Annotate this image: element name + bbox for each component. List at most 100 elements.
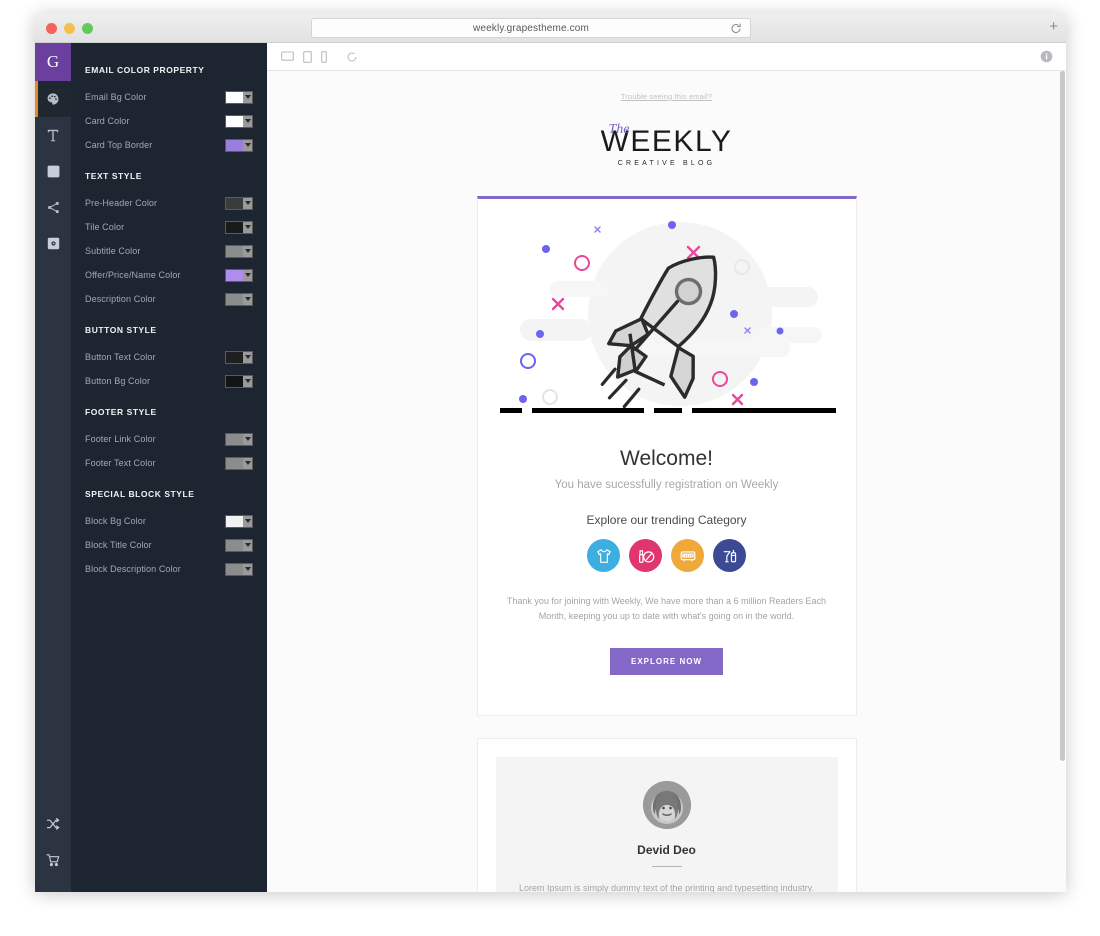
- color-picker[interactable]: [225, 196, 253, 210]
- palette-icon: [46, 92, 60, 106]
- chevron-down-icon[interactable]: [243, 269, 252, 281]
- property-row[interactable]: Button Bg Color: [85, 369, 253, 393]
- chevron-down-icon[interactable]: [243, 457, 252, 469]
- trending-category-title: Explore our trending Category: [586, 513, 747, 527]
- property-row[interactable]: Block Title Color: [85, 533, 253, 557]
- group-title: TEXT STYLE: [85, 171, 142, 181]
- group-title: SPECIAL BLOCK STYLE: [85, 489, 195, 499]
- color-picker[interactable]: [225, 350, 253, 364]
- color-picker[interactable]: [225, 432, 253, 446]
- testimonial-card[interactable]: Devid Deo Lorem Ipsum is simply dummy te…: [476, 738, 857, 892]
- explore-now-button[interactable]: EXPLORE NOW: [609, 648, 723, 675]
- testimonial-text: Lorem Ipsum is simply dummy text of the …: [519, 883, 814, 892]
- color-picker[interactable]: [225, 514, 253, 528]
- tablet-icon[interactable]: [303, 50, 312, 63]
- color-picker[interactable]: [225, 562, 253, 576]
- color-swatch: [226, 433, 243, 445]
- property-row[interactable]: Description Color: [85, 287, 253, 311]
- sidebar-item-shuffle[interactable]: [35, 806, 71, 842]
- category-icon-row: [478, 539, 856, 572]
- chevron-down-icon[interactable]: [243, 221, 252, 233]
- chevron-down-icon[interactable]: [243, 91, 252, 103]
- property-row[interactable]: Button Text Color: [85, 345, 253, 369]
- color-picker[interactable]: [225, 138, 253, 152]
- new-tab-button[interactable]: +: [1049, 19, 1058, 35]
- property-label: Block Description Color: [85, 564, 181, 574]
- chevron-down-icon[interactable]: [243, 139, 252, 151]
- property-label: Footer Text Color: [85, 458, 156, 468]
- property-row[interactable]: Footer Link Color: [85, 427, 253, 451]
- mobile-icon[interactable]: [321, 50, 327, 63]
- property-label: Button Text Color: [85, 352, 156, 362]
- color-swatch: [226, 375, 243, 387]
- scrollbar-thumb[interactable]: [1060, 71, 1065, 761]
- chevron-down-icon[interactable]: [243, 293, 252, 305]
- sidebar-item-typography[interactable]: [35, 117, 71, 153]
- browser-titlebar: weekly.grapestheme.com +: [35, 13, 1066, 43]
- category-food-drink[interactable]: [713, 539, 746, 572]
- sidebar-item-share[interactable]: [35, 189, 71, 225]
- text-icon: [47, 129, 59, 142]
- property-row[interactable]: Pre-Header Color: [85, 191, 253, 215]
- info-icon[interactable]: [1040, 50, 1053, 68]
- property-row[interactable]: Block Bg Color: [85, 509, 253, 533]
- trouble-seeing-link[interactable]: Trouble seeing this email?: [621, 92, 712, 101]
- email-main-card[interactable]: Welcome! You have sucessfully registrati…: [476, 196, 857, 716]
- property-row[interactable]: Card Top Border: [85, 133, 253, 157]
- maximize-window-button[interactable]: [82, 23, 93, 34]
- color-picker[interactable]: [225, 114, 253, 128]
- brand-main-text: WEEKLY: [600, 125, 733, 158]
- rotate-icon[interactable]: [346, 51, 358, 63]
- chevron-down-icon[interactable]: [243, 197, 252, 209]
- address-bar[interactable]: weekly.grapestheme.com: [311, 18, 751, 38]
- canvas-scrollbar[interactable]: [1059, 71, 1066, 892]
- category-fashion[interactable]: [587, 539, 620, 572]
- color-picker[interactable]: [225, 538, 253, 552]
- window-controls: [46, 23, 93, 34]
- color-swatch: [226, 245, 243, 257]
- property-row[interactable]: Tile Color: [85, 215, 253, 239]
- color-picker[interactable]: [225, 244, 253, 258]
- chevron-down-icon[interactable]: [243, 433, 252, 445]
- category-travel[interactable]: [671, 539, 704, 572]
- reload-icon[interactable]: [730, 22, 742, 35]
- property-label: Block Bg Color: [85, 516, 146, 526]
- chevron-down-icon[interactable]: [243, 245, 252, 257]
- sidebar-item-layers[interactable]: [35, 225, 71, 261]
- color-picker[interactable]: [225, 90, 253, 104]
- sidebar-item-style-manager[interactable]: [35, 81, 71, 117]
- minimize-window-button[interactable]: [64, 23, 75, 34]
- property-row[interactable]: Card Color: [85, 109, 253, 133]
- color-picker[interactable]: [225, 456, 253, 470]
- property-row[interactable]: Offer/Price/Name Color: [85, 263, 253, 287]
- chevron-down-icon[interactable]: [243, 539, 252, 551]
- welcome-title: Welcome!: [620, 447, 713, 470]
- property-row[interactable]: Block Description Color: [85, 557, 253, 581]
- chevron-down-icon[interactable]: [243, 563, 252, 575]
- chevron-down-icon[interactable]: [243, 115, 252, 127]
- property-label: Email Bg Color: [85, 92, 147, 102]
- color-picker[interactable]: [225, 292, 253, 306]
- chevron-down-icon[interactable]: [243, 351, 252, 363]
- property-row[interactable]: Subtitle Color: [85, 239, 253, 263]
- group-title: EMAIL COLOR PROPERTY: [85, 65, 205, 75]
- property-row[interactable]: Email Bg Color: [85, 85, 253, 109]
- property-row[interactable]: Footer Text Color: [85, 451, 253, 475]
- color-picker[interactable]: [225, 374, 253, 388]
- close-window-button[interactable]: [46, 23, 57, 34]
- chevron-down-icon[interactable]: [243, 375, 252, 387]
- sidebar-item-cart[interactable]: [35, 842, 71, 878]
- color-picker[interactable]: [225, 268, 253, 282]
- chevron-down-icon[interactable]: [243, 515, 252, 527]
- desktop-icon[interactable]: [281, 50, 294, 63]
- property-label: Offer/Price/Name Color: [85, 270, 181, 280]
- app-logo[interactable]: G: [35, 43, 71, 81]
- color-swatch: [226, 139, 243, 151]
- color-picker[interactable]: [225, 220, 253, 234]
- sidebar-item-blocks[interactable]: [35, 153, 71, 189]
- brand-the-text: The: [608, 122, 630, 137]
- rocket-illustration: [490, 209, 844, 437]
- property-label: Block Title Color: [85, 540, 152, 550]
- category-beauty[interactable]: [629, 539, 662, 572]
- welcome-subtitle: You have sucessfully registration on Wee…: [554, 479, 779, 491]
